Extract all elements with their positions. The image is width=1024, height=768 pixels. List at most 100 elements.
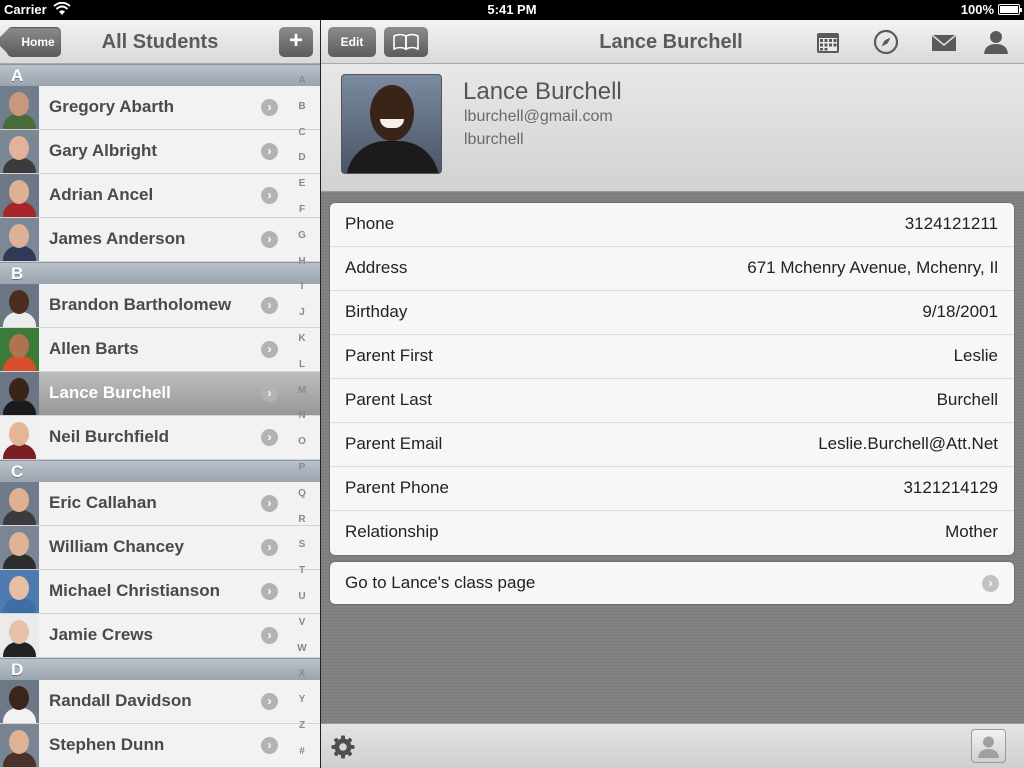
- detail-value: Leslie: [953, 346, 998, 365]
- student-name: Gary Albright: [49, 141, 157, 160]
- index-letter[interactable]: D: [292, 152, 312, 163]
- student-title: Lance Burchell: [599, 31, 743, 53]
- compass-icon[interactable]: [873, 29, 899, 55]
- student-row[interactable]: Michael Christianson ›: [0, 570, 320, 614]
- detail-row: Parent First Leslie: [330, 335, 1014, 379]
- index-letter[interactable]: I: [292, 281, 312, 292]
- index-letter[interactable]: V: [292, 617, 312, 628]
- index-letter[interactable]: Y: [292, 694, 312, 705]
- class-page-row[interactable]: Go to Lance's class page ›: [330, 562, 1014, 604]
- contact-card-button[interactable]: [971, 729, 1006, 763]
- student-name: Jamie Crews: [49, 625, 153, 644]
- chevron-right-icon[interactable]: ›: [261, 583, 278, 600]
- student-thumbnail: [0, 130, 39, 173]
- index-letter[interactable]: K: [292, 333, 312, 344]
- student-row[interactable]: Brandon Bartholomew ›: [0, 284, 320, 328]
- mail-icon[interactable]: [930, 29, 958, 55]
- index-letter[interactable]: M: [292, 385, 312, 396]
- index-letter[interactable]: J: [292, 307, 312, 318]
- detail-label: Parent Email: [345, 434, 443, 453]
- index-letter[interactable]: H: [292, 256, 312, 267]
- student-name: Neil Burchfield: [49, 427, 169, 446]
- student-row[interactable]: Eric Callahan ›: [0, 482, 320, 526]
- student-row[interactable]: Stephen Dunn ›: [0, 724, 320, 768]
- detail-row: Parent Phone 3121214129: [330, 467, 1014, 511]
- index-letter[interactable]: N: [292, 410, 312, 421]
- index-letter[interactable]: F: [292, 204, 312, 215]
- student-thumbnail: [0, 86, 39, 129]
- index-letter[interactable]: Z: [292, 720, 312, 731]
- user-icon[interactable]: [983, 29, 1009, 55]
- student-photo[interactable]: [341, 74, 442, 174]
- index-letter[interactable]: U: [292, 591, 312, 602]
- chevron-right-icon[interactable]: ›: [261, 297, 278, 314]
- student-thumbnail: [0, 680, 39, 723]
- chevron-right-icon[interactable]: ›: [261, 429, 278, 446]
- index-letter[interactable]: Q: [292, 488, 312, 499]
- student-row[interactable]: Randall Davidson ›: [0, 680, 320, 724]
- index-letter[interactable]: #: [292, 746, 312, 757]
- student-row[interactable]: Gary Albright ›: [0, 130, 320, 174]
- index-letter[interactable]: E: [292, 178, 312, 189]
- right-navigation-bar: Edit Lance Burchell: [321, 20, 1024, 64]
- student-row[interactable]: Lance Burchell ›: [0, 372, 320, 416]
- detail-label: Birthday: [345, 302, 408, 321]
- chevron-right-icon[interactable]: ›: [261, 99, 278, 116]
- student-row[interactable]: Adrian Ancel ›: [0, 174, 320, 218]
- detail-row: Birthday 9/18/2001: [330, 291, 1014, 335]
- index-letter[interactable]: A: [292, 75, 312, 86]
- student-thumbnail: [0, 482, 39, 525]
- index-letter[interactable]: S: [292, 539, 312, 550]
- student-thumbnail: [0, 218, 39, 261]
- chevron-right-icon[interactable]: ›: [261, 539, 278, 556]
- detail-row: Relationship Mother: [330, 511, 1014, 555]
- chevron-right-icon[interactable]: ›: [261, 231, 278, 248]
- detail-content: Phone 3124121211 Address 671 Mchenry Avenue…: [321, 192, 1024, 723]
- chevron-right-icon[interactable]: ›: [261, 693, 278, 710]
- chevron-right-icon[interactable]: ›: [261, 341, 278, 358]
- detail-value: 3124121211: [904, 214, 998, 233]
- index-letter[interactable]: O: [292, 436, 312, 447]
- chevron-right-icon[interactable]: ›: [261, 495, 278, 512]
- chevron-right-icon[interactable]: ›: [261, 385, 278, 402]
- class-page-link[interactable]: Go to Lance's class page ›: [329, 561, 1015, 605]
- index-letter[interactable]: G: [292, 230, 312, 241]
- edit-button[interactable]: Edit: [328, 27, 376, 57]
- index-letter[interactable]: X: [292, 668, 312, 679]
- students-list-pane: Home All Students + A Gregory Abarth › Gary…: [0, 20, 320, 768]
- student-row[interactable]: Jamie Crews ›: [0, 614, 320, 658]
- index-letter[interactable]: R: [292, 514, 312, 525]
- chevron-right-icon[interactable]: ›: [261, 143, 278, 160]
- calendar-icon[interactable]: [815, 29, 841, 55]
- index-letter[interactable]: C: [292, 127, 312, 138]
- bottom-toolbar: [321, 723, 1024, 768]
- detail-value: Burchell: [936, 390, 998, 409]
- battery-percent: 100%: [960, 2, 994, 17]
- student-name: William Chancey: [49, 537, 184, 556]
- index-letter[interactable]: T: [292, 565, 312, 576]
- detail-value: 671 Mchenry Avenue, Mchenry, Il: [747, 258, 998, 277]
- chevron-right-icon[interactable]: ›: [261, 737, 278, 754]
- student-row[interactable]: James Anderson ›: [0, 218, 320, 262]
- index-letter[interactable]: W: [292, 643, 312, 654]
- home-back-button[interactable]: Home: [7, 27, 61, 57]
- student-row[interactable]: Neil Burchfield ›: [0, 416, 320, 460]
- alphabet-index[interactable]: A B C D E F G H I J K L M N O P Q R S T U V W X Y Z #: [292, 20, 312, 768]
- index-letter[interactable]: B: [292, 101, 312, 112]
- student-name: Lance Burchell: [49, 383, 171, 402]
- student-row[interactable]: Allen Barts ›: [0, 328, 320, 372]
- detail-row: Parent Last Burchell: [330, 379, 1014, 423]
- gear-icon[interactable]: [330, 734, 356, 760]
- chevron-right-icon[interactable]: ›: [261, 187, 278, 204]
- chevron-right-icon[interactable]: ›: [261, 627, 278, 644]
- bookmarks-button[interactable]: [384, 27, 428, 57]
- profile-email[interactable]: lburchell@gmail.com: [464, 108, 613, 126]
- detail-value: Leslie.Burchell@Att.Net: [818, 434, 998, 453]
- section-header: D: [0, 658, 320, 680]
- student-row[interactable]: Gregory Abarth ›: [0, 86, 320, 130]
- index-letter[interactable]: P: [292, 462, 312, 473]
- home-button-label: Home: [21, 35, 55, 49]
- detail-label: Address: [345, 258, 408, 277]
- index-letter[interactable]: L: [292, 359, 312, 370]
- student-row[interactable]: William Chancey ›: [0, 526, 320, 570]
